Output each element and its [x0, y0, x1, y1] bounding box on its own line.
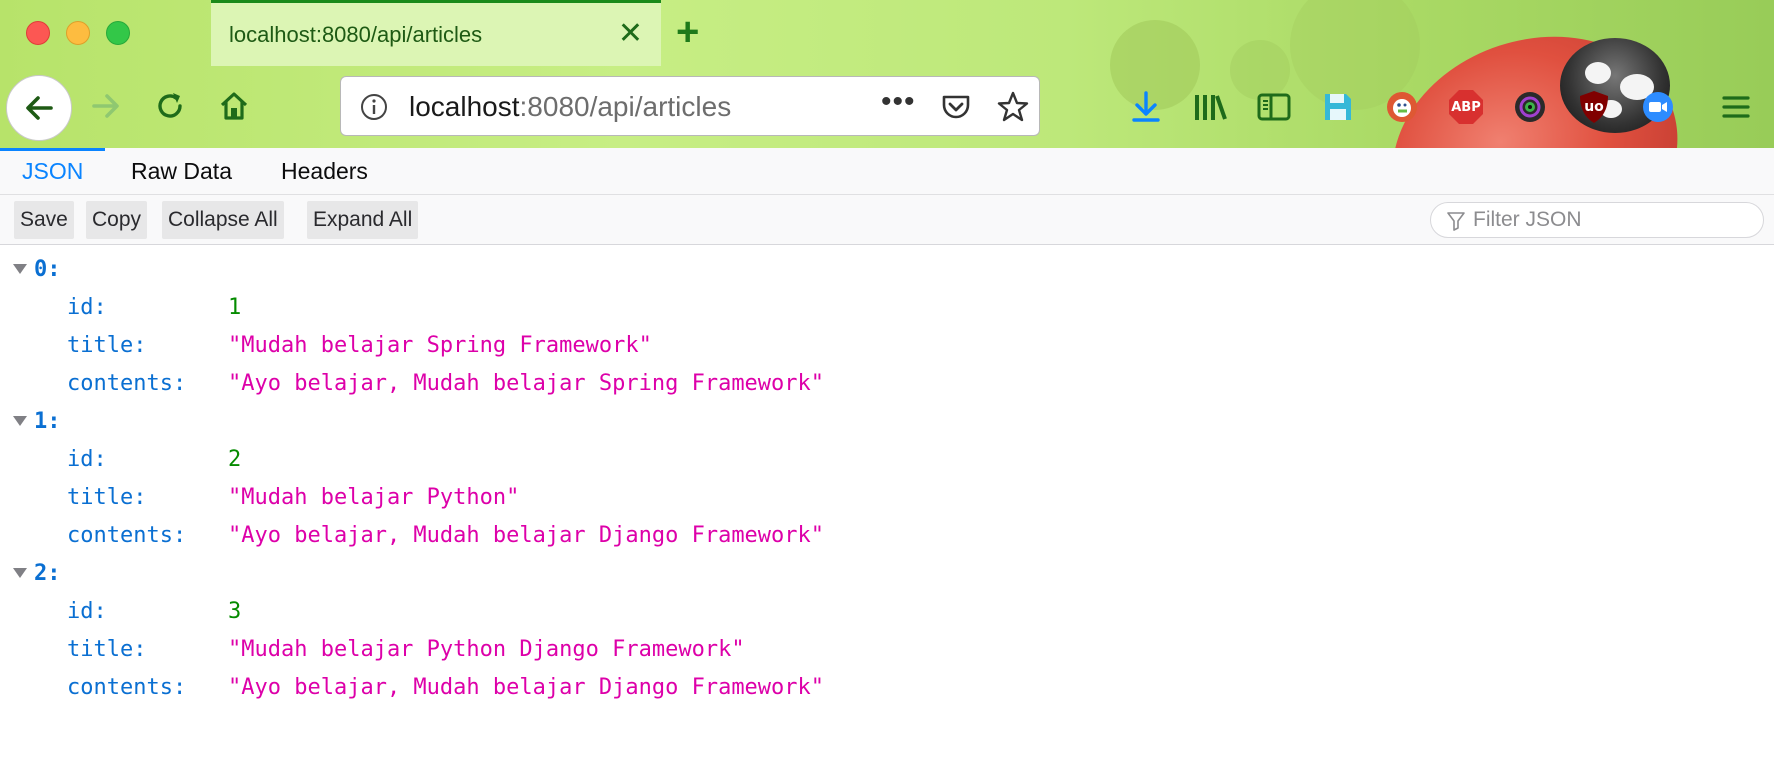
json-key: contents: [67, 370, 187, 396]
json-object: 2: id: 3 title: "Mudah belajar Python Dj… [0, 554, 1774, 706]
url-text[interactable]: localhost:8080/api/articles [409, 91, 731, 123]
reload-icon [158, 93, 182, 118]
duckduckgo-extension-button[interactable] [1382, 87, 1422, 127]
expand-all-button[interactable]: Expand All [307, 201, 419, 239]
star-icon[interactable] [995, 89, 1031, 125]
library-icon [1195, 95, 1227, 120]
video-camera-icon [1643, 92, 1673, 122]
filter-icon [1447, 212, 1465, 231]
library-button[interactable] [1190, 87, 1230, 127]
page-actions-icon[interactable]: ••• [881, 85, 916, 119]
zoom-extension-button[interactable] [1638, 87, 1678, 127]
forward-button[interactable] [86, 86, 126, 126]
json-row: contents: "Ayo belajar, Mudah belajar Sp… [0, 364, 1774, 402]
download-icon [1132, 91, 1160, 122]
json-row: id: 3 [0, 592, 1774, 630]
json-object-header[interactable]: 2: [0, 554, 1774, 592]
ublock-label: uo [1584, 99, 1604, 115]
filter-json-input[interactable] [1473, 208, 1743, 232]
json-value-number: 2 [228, 446, 242, 472]
json-row: id: 2 [0, 440, 1774, 478]
json-key: contents: [67, 522, 187, 548]
json-key: title: [67, 332, 147, 358]
json-index: 1: [34, 408, 61, 434]
json-tree: 0: id: 1 title: "Mudah belajar Spring Fr… [0, 250, 1774, 706]
tab-json[interactable]: JSON [0, 148, 106, 195]
json-object: 0: id: 1 title: "Mudah belajar Spring Fr… [0, 250, 1774, 402]
json-key: id: [67, 294, 107, 320]
sidebar-button[interactable] [1254, 87, 1294, 127]
json-index: 0: [34, 256, 61, 282]
json-object: 1: id: 2 title: "Mudah belajar Python" c… [0, 402, 1774, 554]
json-value-number: 1 [228, 294, 242, 320]
url-host: localhost [409, 91, 520, 122]
save-button[interactable]: Save [14, 201, 74, 239]
json-value-string: "Mudah belajar Python" [228, 484, 520, 510]
camera-extension-button[interactable] [1510, 87, 1550, 127]
json-value-number: 3 [228, 598, 242, 624]
json-viewer-tabs: JSON Raw Data Headers [0, 148, 1774, 195]
home-button[interactable] [214, 86, 254, 126]
window-close-button[interactable] [26, 21, 50, 45]
abp-label: ABP [1451, 99, 1481, 115]
copy-button[interactable]: Copy [86, 201, 148, 239]
json-row: contents: "Ayo belajar, Mudah belajar Dj… [0, 516, 1774, 554]
collapse-all-button[interactable]: Collapse All [162, 201, 284, 239]
pocket-icon[interactable] [939, 90, 973, 124]
json-index: 2: [34, 560, 61, 586]
sidebar-icon [1257, 93, 1291, 121]
collapse-triangle-icon[interactable] [13, 416, 27, 426]
json-object-header[interactable]: 0: [0, 250, 1774, 288]
json-value-string: "Ayo belajar, Mudah belajar Django Frame… [228, 674, 825, 700]
menu-button[interactable] [1716, 87, 1756, 127]
json-key: id: [67, 446, 107, 472]
collapse-triangle-icon[interactable] [13, 264, 27, 274]
json-object-header[interactable]: 1: [0, 402, 1774, 440]
json-toolbar: Save Copy Collapse All Expand All [0, 195, 1774, 245]
floppy-disk-icon [1325, 94, 1351, 120]
window-minimize-button[interactable] [66, 21, 90, 45]
arrow-right-icon [92, 94, 119, 118]
collapse-triangle-icon[interactable] [13, 568, 27, 578]
filter-json-field[interactable] [1430, 202, 1764, 238]
window-maximize-button[interactable] [106, 21, 130, 45]
downloads-button[interactable] [1126, 87, 1166, 127]
arrow-left-icon [26, 96, 53, 120]
ublock-origin-button[interactable]: uo [1574, 87, 1614, 127]
json-value-string: "Ayo belajar, Mudah belajar Spring Frame… [228, 370, 825, 396]
info-icon[interactable] [359, 92, 389, 122]
duckduckgo-icon [1387, 92, 1417, 122]
tab-raw-data[interactable]: Raw Data [131, 148, 232, 195]
json-row: title: "Mudah belajar Spring Framework" [0, 326, 1774, 364]
save-page-extension-button[interactable] [1318, 87, 1358, 127]
plus-icon[interactable]: + [676, 12, 699, 52]
tab-headers[interactable]: Headers [281, 148, 368, 195]
url-path: :8080/api/articles [519, 91, 732, 122]
json-value-string: "Mudah belajar Spring Framework" [228, 332, 652, 358]
json-value-string: "Mudah belajar Python Django Framework" [228, 636, 745, 662]
browser-chrome: localhost:8080/api/articles ✕ + localhos… [0, 0, 1774, 148]
back-button[interactable] [6, 75, 72, 141]
hamburger-menu-icon [1722, 96, 1750, 118]
json-value-string: "Ayo belajar, Mudah belajar Django Frame… [228, 522, 825, 548]
close-tab-icon[interactable]: ✕ [618, 19, 643, 49]
json-row: contents: "Ayo belajar, Mudah belajar Dj… [0, 668, 1774, 706]
address-bar[interactable]: localhost:8080/api/articles ••• [340, 76, 1040, 136]
json-row: id: 1 [0, 288, 1774, 326]
json-row: title: "Mudah belajar Python Django Fram… [0, 630, 1774, 668]
json-key: title: [67, 484, 147, 510]
camera-lens-icon [1515, 92, 1545, 122]
tab-title: localhost:8080/api/articles [229, 21, 483, 47]
adblock-plus-button[interactable]: ABP [1446, 87, 1486, 127]
reload-button[interactable] [150, 86, 190, 126]
json-row: title: "Mudah belajar Python" [0, 478, 1774, 516]
browser-tab[interactable]: localhost:8080/api/articles ✕ [211, 0, 661, 66]
navigation-toolbar: localhost:8080/api/articles ••• ABP uo [0, 66, 1774, 148]
json-key: title: [67, 636, 147, 662]
json-key: id: [67, 598, 107, 624]
json-key: contents: [67, 674, 187, 700]
home-icon [220, 92, 248, 120]
